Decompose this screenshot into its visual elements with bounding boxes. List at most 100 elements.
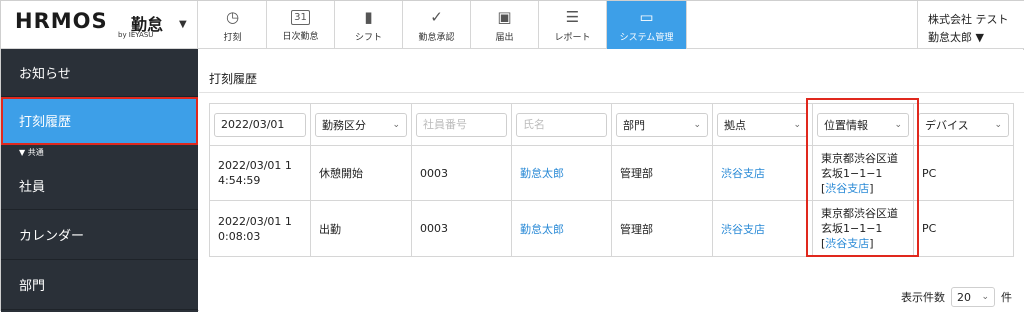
chevron-down-icon: ▼: [179, 19, 187, 30]
nav-item-punch[interactable]: ◷ 打刻: [199, 1, 267, 49]
sidebar-section-common[interactable]: ▼ 共通: [19, 147, 44, 158]
nav-item-shift[interactable]: ▮ シフト: [335, 1, 403, 49]
device-cell: PC: [922, 166, 937, 180]
location-cell: 東京都渋谷区道 玄坂1−1−1 [渋谷支店]: [813, 201, 914, 256]
location-link-wrapper: [渋谷支店]: [821, 181, 874, 195]
filter-cell-emp-no: [412, 104, 512, 145]
nav-label: 勤怠承認: [418, 32, 455, 43]
filter-cell-base: 拠点 ⌄: [713, 104, 813, 145]
nav-item-system-admin[interactable]: ▭ システム管理: [607, 1, 687, 49]
filter-cell-date: 2022/03/01: [210, 104, 311, 145]
sidebar-item-calendar[interactable]: カレンダー: [1, 210, 198, 260]
nav-label: システム管理: [619, 32, 674, 43]
address-line: 東京都渋谷区道: [821, 207, 898, 220]
filter-row: 2022/03/01 勤務区分 ⌄ 部門 ⌄ 拠点 ⌄ 位置情報 ⌄: [210, 104, 1013, 146]
location-link[interactable]: 渋谷支店: [825, 182, 869, 195]
name-input[interactable]: [516, 112, 607, 137]
filter-cell-name: [512, 104, 612, 145]
datetime-line: 4:54:59: [218, 174, 261, 187]
page-title: 打刻履歴: [209, 72, 258, 86]
logo-byline: by IEYASU: [118, 31, 154, 39]
device-select-value: デバイス: [925, 118, 969, 132]
hrmos-logo: HRMOS: [15, 9, 108, 33]
device-select[interactable]: デバイス ⌄: [918, 112, 1009, 137]
calendar-icon: 31: [291, 10, 310, 25]
app-window: HRMOS 勤怠 by IEYASU ▼ ◷ 打刻 31 日次勤怠 ▮ シフト …: [0, 0, 1024, 312]
filter-cell-device: デバイス ⌄: [914, 104, 1013, 145]
page-size-unit: 件: [1001, 291, 1012, 304]
filter-cell-kubun: 勤務区分 ⌄: [311, 104, 412, 145]
base-link[interactable]: 渋谷支店: [721, 165, 765, 181]
nav-label: 打刻: [223, 32, 242, 43]
datetime-line: 2022/03/01 1: [218, 159, 292, 172]
top-bar: HRMOS 勤怠 by IEYASU ▼ ◷ 打刻 31 日次勤怠 ▮ シフト …: [1, 1, 1024, 49]
report-icon: ☰: [565, 7, 580, 26]
document-upload-icon: ▣: [497, 7, 512, 26]
brand-switcher[interactable]: HRMOS 勤怠 by IEYASU ▼: [1, 1, 198, 49]
address-line: 玄坂1−1−1: [821, 166, 883, 180]
employee-number-input[interactable]: [416, 112, 507, 137]
base-cell: 渋谷支店: [713, 146, 813, 200]
notebook-icon: ▮: [364, 7, 373, 26]
employee-number-cell: 0003: [412, 146, 512, 200]
sidebar-item-notices[interactable]: お知らせ: [1, 49, 198, 97]
sidebar-item-label: 部門: [19, 279, 46, 294]
datetime-cell: 2022/03/01 1 0:08:03: [210, 201, 311, 256]
work-type-select[interactable]: 勤務区分 ⌄: [315, 112, 407, 137]
filter-cell-location: 位置情報 ⌄: [813, 104, 914, 145]
nav-item-approval[interactable]: ✓ 勤怠承認: [403, 1, 471, 49]
sidebar-item-label: カレンダー: [19, 229, 85, 244]
divider: [199, 92, 1024, 93]
date-filter-input[interactable]: 2022/03/01: [214, 112, 306, 137]
filter-cell-dept: 部門 ⌄: [612, 104, 713, 145]
nav-label: レポート: [554, 32, 591, 43]
sidebar-item-label: 社員: [19, 179, 46, 195]
chevron-down-icon: ⌄: [693, 119, 701, 130]
chevron-down-icon: ⌄: [894, 119, 902, 130]
sidebar-item-punch-history[interactable]: 打刻履歴: [1, 97, 198, 145]
page-size-value: 20: [957, 290, 971, 304]
department-select-value: 部門: [623, 118, 645, 132]
page-size-label: 表示件数: [901, 291, 945, 304]
datetime-line: 0:08:03: [218, 229, 261, 243]
main-content: 打刻履歴 2022/03/01 勤務区分 ⌄ 部門 ⌄: [199, 50, 1024, 312]
department-cell: 管理部: [612, 146, 713, 200]
sidebar-item-label: お知らせ: [19, 67, 71, 82]
nav-label: シフト: [354, 32, 382, 43]
checkmark-icon: ✓: [430, 7, 443, 26]
nav-item-requests[interactable]: ▣ 届出: [471, 1, 539, 49]
nav-item-report[interactable]: ☰ レポート: [539, 1, 607, 49]
employee-name-link[interactable]: 勤怠太郎: [520, 221, 564, 237]
location-link[interactable]: 渋谷支店: [825, 237, 869, 250]
table-row: 2022/03/01 1 4:54:59 休憩開始 0003 勤怠太郎 管理部 渋…: [210, 146, 1013, 201]
nav-label: 届出: [495, 32, 514, 43]
sidebar-item-label: 打刻履歴: [19, 115, 72, 130]
chevron-down-icon: ⌄: [981, 292, 989, 302]
work-type-select-value: 勤務区分: [322, 118, 366, 132]
name-cell: 勤怠太郎: [512, 201, 612, 256]
main-nav: ◷ 打刻 31 日次勤怠 ▮ シフト ✓ 勤怠承認 ▣ 届出 ☰ レポート ▭ …: [199, 1, 687, 49]
base-select[interactable]: 拠点 ⌄: [717, 112, 808, 137]
department-select[interactable]: 部門 ⌄: [616, 112, 708, 137]
account-menu[interactable]: 株式会社 テスト 勤怠太郎 ▼: [917, 1, 1024, 49]
datetime-cell: 2022/03/01 1 4:54:59: [210, 146, 311, 200]
base-select-value: 拠点: [724, 118, 746, 132]
table-row: 2022/03/01 1 0:08:03 出勤 0003 勤怠太郎 管理部 渋谷支…: [210, 201, 1013, 256]
name-cell: 勤怠太郎: [512, 146, 612, 200]
employee-number-cell: 0003: [412, 201, 512, 256]
location-select[interactable]: 位置情報 ⌄: [817, 112, 909, 137]
base-link[interactable]: 渋谷支店: [721, 221, 765, 237]
monitor-icon: ▭: [639, 7, 654, 26]
department-cell: 管理部: [612, 201, 713, 256]
device-cell: PC: [922, 222, 937, 235]
location-cell: 東京都渋谷区道 玄坂1−1−1 [渋谷支店]: [813, 146, 914, 200]
company-name: 株式会社 テスト: [928, 13, 1009, 26]
work-type-cell: 出勤: [311, 201, 412, 256]
employee-name-link[interactable]: 勤怠太郎: [520, 165, 564, 181]
datetime-line: 2022/03/01 1: [218, 214, 292, 228]
sidebar-item-employees[interactable]: 社員: [1, 161, 198, 210]
clock-icon: ◷: [225, 7, 240, 26]
sidebar-item-departments[interactable]: 部門: [1, 260, 198, 310]
page-size-select[interactable]: 20 ⌄: [951, 287, 995, 307]
nav-item-daily-attendance[interactable]: 31 日次勤怠: [267, 1, 335, 49]
